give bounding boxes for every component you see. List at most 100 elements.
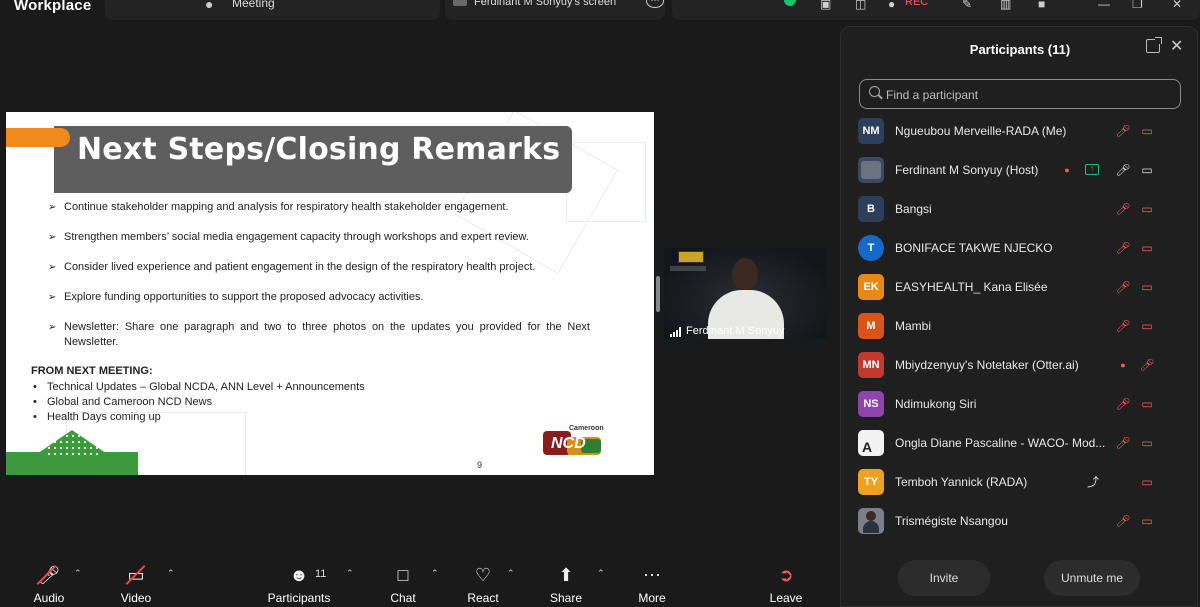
video-options-caret[interactable]: ⌃: [165, 554, 177, 607]
share-options-caret[interactable]: ⌃: [595, 554, 607, 607]
camera-off-icon[interactable]: ▭: [1139, 123, 1155, 139]
annotate-icon[interactable]: ✎: [962, 0, 972, 11]
screen-share-label: Ferdinant M Sonyuy's screen: [474, 0, 617, 8]
logo-top-text: Cameroon: [569, 425, 604, 432]
sharer-avatar: [453, 0, 467, 6]
avatar: [858, 508, 884, 534]
minimize-icon[interactable]: —: [1098, 0, 1110, 11]
participant-row[interactable]: NM Ngueubou Merveille-RADA (Me) 🎤︎ ▭: [841, 112, 1199, 151]
more-label: More: [638, 591, 666, 605]
from-next-meeting-list: Technical Updates – Global NCDA, ANN Lev…: [31, 380, 365, 425]
participant-name: Trismégiste Nsangou: [895, 514, 1008, 528]
audio-button[interactable]: 🎤︎ Audio: [24, 554, 74, 607]
unmute-me-button[interactable]: Unmute me: [1044, 560, 1140, 596]
mic-off-icon[interactable]: 🎤︎: [1139, 357, 1155, 373]
camera-off-icon[interactable]: ▭: [1139, 513, 1155, 529]
mic-off-icon[interactable]: 🎤︎: [1115, 240, 1131, 256]
participant-row[interactable]: MN Mbiydzenyuy's Notetaker (Otter.ai) ● …: [841, 346, 1199, 385]
mic-on-icon[interactable]: 🎤︎: [1115, 162, 1131, 178]
react-label: React: [467, 591, 499, 605]
participant-name: Bangsi: [895, 202, 932, 216]
slide-bullet: Continue stakeholder mapping and analysi…: [48, 200, 590, 215]
participant-name: Ongla Diane Pascaline - WACO- Mod...: [895, 436, 1106, 450]
mic-off-icon[interactable]: 🎤︎: [1115, 123, 1131, 139]
camera-off-icon[interactable]: ▭: [1139, 396, 1155, 412]
agenda-item: Global and Cameroon NCD News: [31, 395, 365, 410]
leave-button[interactable]: ➲ Leave: [763, 554, 809, 607]
audio-options-caret[interactable]: ⌃: [72, 554, 84, 607]
popout-icon[interactable]: [1146, 37, 1162, 53]
participant-row[interactable]: T BONIFACE TAKWE NJECKO 🎤︎ ▭: [841, 229, 1199, 268]
participant-row[interactable]: Trismégiste Nsangou 🎤︎ ▭: [841, 502, 1199, 541]
screen-share-icon: ↑: [1085, 164, 1099, 175]
participant-list: NM Ngueubou Merveille-RADA (Me) 🎤︎ ▭ Fer…: [841, 112, 1199, 541]
mic-off-icon[interactable]: 🎤︎: [1115, 201, 1131, 217]
mic-off-icon: 🎤︎: [36, 565, 61, 585]
participant-row[interactable]: A Ongla Diane Pascaline - WACO- Mod... 🎤…: [841, 424, 1199, 463]
speaker-video-tile[interactable]: Ferdinant M Sonyuy: [664, 248, 827, 339]
mic-off-icon[interactable]: 🎤︎: [1115, 318, 1131, 334]
participant-row[interactable]: TY Temboh Yannick (RADA) ⤴ ▭: [841, 463, 1199, 502]
ncd-cameroon-logo: Cameroon NCD: [541, 425, 605, 457]
react-options-caret[interactable]: ⌃: [505, 554, 517, 607]
share-button[interactable]: ⬆ Share: [543, 554, 589, 607]
more-button[interactable]: ⋯ More: [629, 554, 675, 607]
from-next-meeting-heading: FROM NEXT MEETING:: [31, 365, 153, 377]
search-icon: [869, 86, 880, 97]
apps-icon[interactable]: ◫: [855, 0, 866, 11]
chat-options-caret[interactable]: ⌃: [429, 554, 441, 607]
camera-on-icon[interactable]: ▭: [1139, 162, 1155, 178]
participant-name: Ngueubou Merveille-RADA (Me): [895, 124, 1067, 138]
background-poster: [678, 251, 704, 263]
participant-row[interactable]: NS Ndimukong Siri 🎤︎ ▭: [841, 385, 1199, 424]
close-icon[interactable]: ✕: [1172, 0, 1182, 11]
slide-page-number: 9: [477, 460, 483, 470]
camera-off-icon[interactable]: ▭: [1139, 474, 1155, 490]
camera-off-icon[interactable]: ▭: [1139, 318, 1155, 334]
record-icon[interactable]: ●: [888, 0, 895, 11]
meeting-label: Meeting: [232, 0, 275, 10]
restore-icon[interactable]: ❐: [1132, 0, 1143, 11]
share-screen-icon: ⬆: [558, 565, 574, 585]
close-icon[interactable]: ✕: [1170, 36, 1183, 56]
signal-strength-icon: [670, 327, 683, 337]
camera-off-icon[interactable]: ▭: [1139, 435, 1155, 451]
camera-off-icon[interactable]: ▭: [1139, 240, 1155, 256]
slide-dot-pattern: [46, 433, 98, 455]
participant-row[interactable]: B Bangsi 🎤︎ ▭: [841, 190, 1199, 229]
mic-muted-by-host-icon[interactable]: ⤴: [1085, 474, 1101, 490]
chat-button[interactable]: □ Chat: [380, 554, 426, 607]
avatar: NM: [858, 118, 884, 144]
top-bar: Workplace ● Meeting Ferdinant M Sonyuy's…: [0, 0, 1200, 22]
mic-off-icon[interactable]: 🎤︎: [1115, 396, 1131, 412]
invite-button[interactable]: Invite: [898, 560, 990, 596]
avatar: [858, 157, 884, 183]
avatar: EK: [858, 274, 884, 300]
mic-off-icon[interactable]: 🎤︎: [1115, 513, 1131, 529]
meeting-toolbar: 🎤︎ Audio ⌃ ▭ Video ⌃ ☻ 11 Participants ⌃…: [0, 554, 832, 607]
whiteboard-icon[interactable]: ▥: [1000, 0, 1011, 11]
split-drag-handle[interactable]: [656, 276, 660, 312]
mic-off-icon[interactable]: 🎤︎: [1115, 279, 1131, 295]
camera-off-icon[interactable]: ▭: [1139, 279, 1155, 295]
participant-search[interactable]: [859, 79, 1181, 109]
avatar: NS: [858, 391, 884, 417]
participant-row[interactable]: EK EASYHEALTH_ Kana Elisée 🎤︎ ▭: [841, 268, 1199, 307]
share-label: Share: [549, 591, 583, 605]
video-button[interactable]: ▭ Video: [111, 554, 161, 607]
agenda-item: Health Days coming up: [31, 410, 365, 425]
participant-search-input[interactable]: [886, 85, 1166, 104]
captions-icon[interactable]: ▣: [820, 0, 831, 11]
participant-row[interactable]: M Mambi 🎤︎ ▭: [841, 307, 1199, 346]
react-button[interactable]: ♡ React: [460, 554, 506, 607]
participants-button[interactable]: ☻ 11 Participants: [264, 554, 334, 607]
avatar: MN: [858, 352, 884, 378]
meeting-controls-tab: [672, 0, 1200, 20]
participant-row[interactable]: Ferdinant M Sonyuy (Host) ● ↑ 🎤︎ ▭: [841, 151, 1199, 190]
participants-count: 11: [315, 568, 327, 580]
participants-options-caret[interactable]: ⌃: [344, 554, 356, 607]
slide-bullet: Explore funding opportunities to support…: [48, 290, 590, 305]
camera-off-icon[interactable]: ▭: [1139, 201, 1155, 217]
mic-off-icon[interactable]: 🎤︎: [1115, 435, 1131, 451]
stop-share-icon[interactable]: ■: [1038, 0, 1045, 11]
